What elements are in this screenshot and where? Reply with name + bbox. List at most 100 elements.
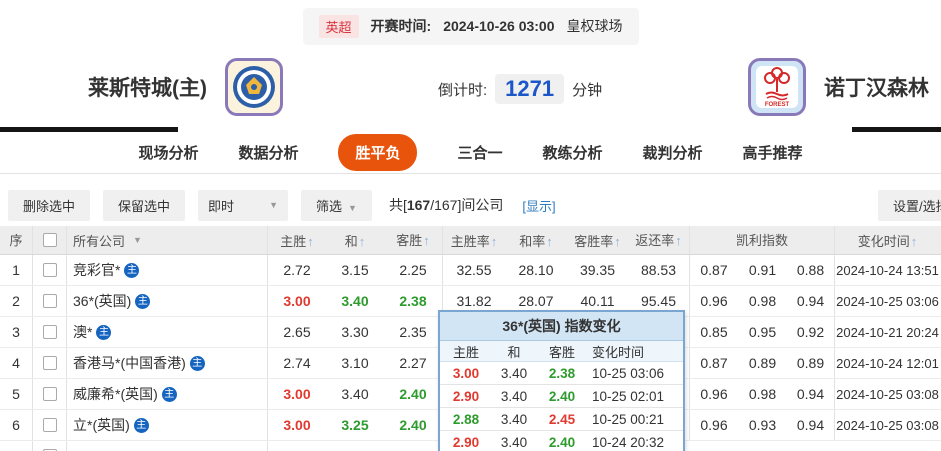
odds-change-popup: 36*(英国) 指数变化 主胜 和 客胜 变化时间 3.00 3.40 2.38… [438,310,685,451]
row-checkbox[interactable] [33,286,67,316]
col-draw-odds[interactable]: 和↑ [326,231,384,250]
col-home-odds[interactable]: 主胜↑ [268,231,326,250]
checkbox-icon [43,387,57,401]
kelly-away: 0.88 [787,255,835,285]
svg-text:FOREST: FOREST [765,102,790,108]
away-rate: 39.35 [567,262,628,278]
popup-row: 2.90 3.40 2.40 10-25 02:01 [440,385,683,408]
change-time: 2024-10-24 12:01 [835,356,940,371]
home-odds: 2.65 [268,324,326,340]
row-checkbox[interactable] [33,441,67,451]
draw-odds: 3.40 [326,386,384,402]
kelly-draw: 0.95 [738,324,787,340]
kelly-away: 0.94 [787,286,835,316]
kickoff-label: 开赛时间: [371,16,432,36]
col-away-rate[interactable]: 客胜率↑ [567,231,628,250]
row-checkbox[interactable] [33,348,67,378]
company-cell[interactable]: 竞彩官*主 [67,255,268,285]
col-home-label: 主胜 [280,234,306,249]
home-odds: 3.00 [268,417,326,433]
analysis-tab-bar: 现场分析 数据分析 胜平负 三合一 教练分析 裁判分析 高手推荐 [0,132,941,174]
company-name: 香港马*(中国香港) [73,353,186,373]
away-team: FOREST 诺丁汉森林 [748,58,929,116]
settings-select-button[interactable]: 设置/选择 [878,190,941,221]
checkbox-icon [43,418,57,432]
company-cell[interactable]: 立*(英国) 主 [67,410,268,440]
instant-odds-select[interactable]: 即时▼ [198,190,288,221]
tab-data-analysis[interactable]: 数据分析 [238,142,298,163]
kelly-away: 0.92 [787,317,835,347]
tab-coach-analysis[interactable]: 教练分析 [543,142,603,163]
kelly-away: 0.94 [787,379,835,409]
row-seq: 5 [0,379,33,409]
popup-home-odds: 2.90 [440,389,492,404]
popup-row: 3.00 3.40 2.38 10-25 03:06 [440,362,683,385]
tab-three-in-one[interactable]: 三合一 [457,142,502,163]
checkbox-icon [43,356,57,370]
table-row: 1 竞彩官*主 2.72 3.15 2.25 32.55 28.10 39.35… [0,255,941,286]
draw-odds: 3.15 [326,262,384,278]
col-company[interactable]: 所有公司 ▼ [67,226,268,254]
popup-col-home: 主胜 [440,342,492,361]
count-rest: /167]间公司 [430,197,503,213]
countdown: 倒计时: 1271 分钟 [438,74,602,104]
col-away-odds[interactable]: 客胜↑ [384,226,443,254]
company-badge-icon: 主 [134,418,149,433]
company-badge-icon: 主 [135,294,150,309]
home-odds: 2.74 [268,355,326,371]
count-prefix: 共[ [389,197,407,213]
kelly-home: 0.96 [690,293,738,309]
popup-row: 2.88 3.40 2.45 10-25 00:21 [440,408,683,431]
popup-home-odds: 2.88 [440,412,492,427]
leicester-crest-icon [231,64,277,110]
row-seq: 4 [0,348,33,378]
tab-live-analysis[interactable]: 现场分析 [138,142,198,163]
tab-referee-analysis[interactable]: 裁判分析 [643,142,703,163]
company-cell[interactable]: 香港马*(中国香港)主 [67,348,268,378]
col-return-rate-label: 返还率 [635,233,674,248]
company-cell[interactable]: 澳*主 [67,317,268,347]
company-cell[interactable]: 36*(英国)主 [67,286,268,316]
delete-selected-button[interactable]: 删除选中 [8,190,90,221]
col-return-rate[interactable]: 返还率↑ [628,226,690,254]
col-draw-rate-label: 和率 [519,234,545,249]
home-team-name: 莱斯特城(主) [88,72,207,102]
kelly-away: 0.89 [787,348,835,378]
popup-away-odds: 2.45 [536,412,588,427]
popup-draw-odds: 3.40 [492,412,536,427]
show-link[interactable]: [显示] [522,196,555,215]
table-toolbar: 删除选中 保留选中 即时▼ 筛选▼ 共[167/167]间公司 [显示] 设置/… [0,184,941,226]
away-odds: 2.35 [384,317,443,347]
kelly-home: 0.96 [690,417,738,433]
row-checkbox[interactable] [33,379,67,409]
tab-expert-picks[interactable]: 高手推荐 [743,142,803,163]
col-home-rate[interactable]: 主胜率↑ [443,231,505,250]
filter-button[interactable]: 筛选▼ [301,190,372,221]
row-checkbox[interactable] [33,255,67,285]
kelly-home: 0.87 [690,355,738,371]
odds-table-header: 序 所有公司▼ 主胜↑ 和↑ 客胜↑ 主胜率↑ 和率↑ 客胜率↑ 返还率↑ 凯利… [0,226,941,255]
row-seq [0,441,33,451]
draw-odds: 3.30 [326,324,384,340]
home-odds: 3.00 [268,386,326,402]
company-badge-icon: 主 [96,325,111,340]
league-badge: 英超 [319,15,359,38]
draw-odds: 3.10 [326,355,384,371]
company-name: 立*(英国) [73,415,130,435]
kelly-home: 0.85 [690,324,738,340]
col-draw-rate[interactable]: 和率↑ [505,231,567,250]
select-all-checkbox[interactable] [33,226,67,254]
popup-draw-odds: 3.40 [492,435,536,450]
col-company-label: 所有公司 [73,231,125,250]
keep-selected-button[interactable]: 保留选中 [103,190,185,221]
row-checkbox[interactable] [33,410,67,440]
popup-away-odds: 2.38 [536,366,588,381]
company-cell[interactable]: 威廉希*(英国)主 [67,379,268,409]
match-info-bar: 英超 开赛时间: 2024-10-26 03:00 皇权球场 [0,0,941,52]
row-checkbox[interactable] [33,317,67,347]
chevron-down-icon: ▼ [133,235,142,245]
popup-draw-odds: 3.40 [492,389,536,404]
tab-win-draw-lose[interactable]: 胜平负 [338,134,417,171]
col-change-time[interactable]: 变化时间↑ [835,231,940,250]
away-team-logo: FOREST [748,58,806,116]
